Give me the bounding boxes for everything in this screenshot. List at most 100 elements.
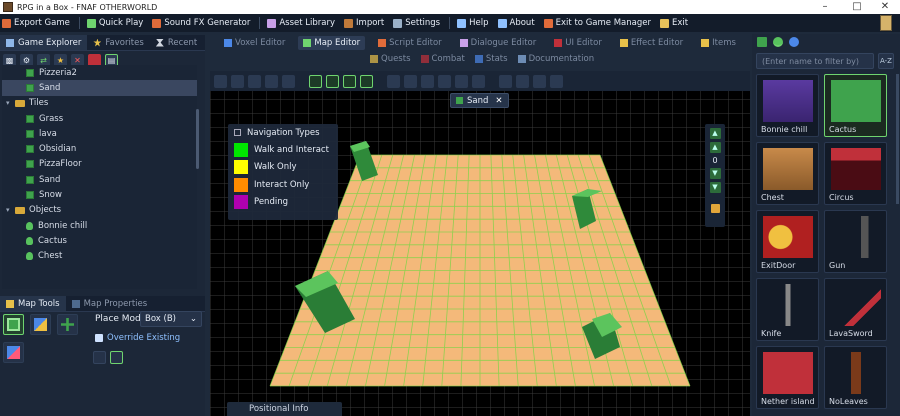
asset-tile[interactable]: Nether island [756, 346, 819, 409]
object-icon [26, 252, 33, 261]
tab-voxel-editor[interactable]: Voxel Editor [219, 36, 290, 50]
nav-type-item[interactable]: Interact Only [228, 176, 338, 194]
menu-settings[interactable]: Settings [393, 18, 440, 28]
tree-item[interactable]: lava [2, 126, 197, 141]
menu-export-game[interactable]: Export Game [2, 18, 70, 28]
nav-type-item[interactable]: Pending [228, 194, 338, 212]
tab-effect-editor[interactable]: Effect Editor [615, 36, 688, 50]
maximize-icon[interactable]: □ [842, 0, 872, 14]
menu-about[interactable]: About [497, 18, 535, 28]
tab-recent[interactable]: Recent [150, 35, 203, 50]
tile-icon [26, 160, 34, 169]
navigation-types-panel: Navigation Types Walk and Interact Walk O… [228, 124, 338, 220]
tree-item[interactable]: Sand [2, 172, 197, 187]
zoom-down-icon[interactable]: ▼ [709, 168, 721, 179]
folder-icon [15, 99, 25, 107]
tile-icon [26, 175, 34, 184]
place-tool-button[interactable] [3, 314, 24, 335]
tree-item[interactable]: Chest [2, 249, 197, 264]
menu-exit-to-game-manager[interactable]: Exit to Game Manager [543, 18, 651, 28]
tab-documentation[interactable]: Documentation [517, 54, 594, 64]
map-tab-sand[interactable]: Sand ✕ [450, 93, 509, 108]
menu-import[interactable]: Import [344, 18, 384, 28]
place-mode-select[interactable]: Box (B) ⌄ [140, 311, 202, 327]
override-existing-checkbox[interactable]: Override Existing [95, 333, 180, 343]
tree-item[interactable]: PizzaFloor [2, 157, 197, 172]
asset-tile[interactable]: Knife [756, 278, 819, 341]
shuffle-icon[interactable] [93, 351, 106, 364]
map-icon [456, 97, 463, 104]
close-tab-icon[interactable]: ✕ [495, 96, 502, 106]
tab-map-editor[interactable]: Map Editor [298, 36, 366, 50]
map-scene[interactable] [210, 71, 750, 416]
filter-input[interactable]: (Enter name to filter by) [756, 53, 874, 69]
tiles-tab-icon[interactable] [757, 37, 767, 47]
avatar[interactable] [880, 15, 892, 31]
tree-item[interactable]: Cactus [2, 233, 197, 248]
tree-item[interactable]: Grass [2, 111, 197, 126]
asset-tile[interactable]: Gun [824, 210, 887, 273]
edit-tool-button[interactable] [30, 314, 51, 335]
select-tool-button[interactable] [57, 314, 78, 335]
speaker-icon [152, 18, 162, 28]
tree-item[interactable]: Sand [2, 80, 197, 96]
asset-icon [267, 18, 277, 28]
menu-asset-library[interactable]: Asset Library [267, 18, 335, 28]
tree-item[interactable]: Snow [2, 187, 197, 202]
erase-tool-button[interactable] [3, 342, 24, 363]
menu-exit[interactable]: Exit [659, 18, 688, 28]
tree-item[interactable]: ▾ Objects [2, 203, 197, 218]
asset-tile[interactable]: Circus [824, 142, 887, 205]
menu-help[interactable]: Help [457, 18, 489, 28]
editor-tab-icon [224, 39, 233, 47]
tree-item[interactable]: ▾ Tiles [2, 96, 197, 111]
tab-stats[interactable]: Stats [474, 54, 508, 64]
palette-scrollbar[interactable] [896, 74, 899, 204]
close-icon[interactable]: ✕ [870, 0, 900, 14]
characters-tab-icon[interactable] [789, 37, 799, 47]
asset-tile[interactable]: Cactus [824, 74, 887, 137]
tab-dialogue-editor[interactable]: Dialogue Editor [455, 36, 542, 50]
tree-item[interactable]: Pizzeria2 [2, 65, 197, 80]
asset-tile[interactable]: ExitDoor [756, 210, 819, 273]
lock-icon[interactable] [710, 204, 720, 213]
zoom-top-icon[interactable]: ▲ [709, 128, 721, 139]
tab-game-explorer[interactable]: Game Explorer [0, 35, 88, 50]
nav-type-item[interactable]: Walk Only [228, 159, 338, 177]
tab-ui-editor[interactable]: UI Editor [549, 36, 607, 50]
editor-tabs: Voxel Editor Map Editor Script Editor Dialo… [210, 34, 750, 52]
asset-tile[interactable]: Bonnie chill [756, 74, 819, 137]
tree-item[interactable]: Bonnie chill [2, 218, 197, 233]
asset-tile[interactable]: Chest [756, 142, 819, 205]
zoom-bottom-icon[interactable]: ▼ [709, 182, 721, 193]
import-icon [344, 18, 354, 28]
map-viewport[interactable]: Sand ✕ Navigation Types Walk and Interact… [210, 71, 750, 416]
tab-combat[interactable]: Combat [420, 54, 465, 64]
zoom-up-icon[interactable]: ▲ [709, 142, 721, 153]
menu-sound-fx-generator[interactable]: Sound FX Generator [152, 18, 250, 28]
tree-scrollbar[interactable] [196, 109, 199, 169]
editor-tab-icon [378, 39, 387, 47]
asset-tile[interactable]: NoLeaves [824, 346, 887, 409]
tab-map-tools[interactable]: Map Tools [0, 296, 66, 311]
tab-items[interactable]: Items [696, 36, 741, 50]
tab-favorites[interactable]: Favorites [87, 35, 149, 50]
expand-arrow-icon[interactable]: ▾ [6, 99, 14, 107]
expand-arrow-icon[interactable]: ▾ [6, 206, 14, 214]
tab-quests[interactable]: Quests [370, 54, 411, 64]
pencil-icon [34, 318, 47, 331]
nav-type-item[interactable]: Walk and Interact [228, 141, 338, 159]
folder-icon [15, 206, 25, 214]
tab-script-editor[interactable]: Script Editor [373, 36, 447, 50]
asset-tile[interactable]: LavaSword [824, 278, 887, 341]
box-mode-icon[interactable] [110, 351, 123, 364]
menu-quick-play[interactable]: Quick Play [86, 18, 143, 28]
color-swatch [234, 195, 248, 210]
positional-info-bar[interactable]: Positional Info [227, 402, 342, 416]
tree-item[interactable]: Obsidian [2, 141, 197, 156]
objects-tab-icon[interactable] [773, 37, 783, 47]
minimize-icon[interactable]: – [810, 0, 840, 14]
tab-map-properties[interactable]: Map Properties [66, 296, 154, 311]
sort-button[interactable]: A-Z [878, 53, 894, 69]
nav-types-icon [234, 129, 241, 136]
